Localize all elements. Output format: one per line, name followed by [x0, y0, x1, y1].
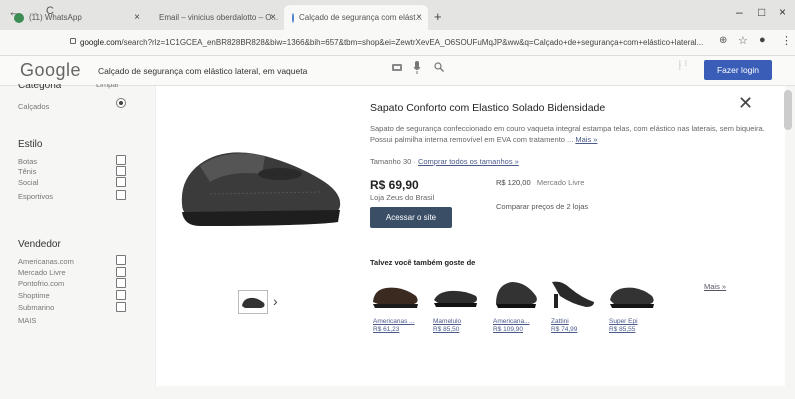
search-input[interactable]: Calçado de segurança com elástico latera… — [98, 66, 307, 76]
minimize-button[interactable]: – — [736, 5, 743, 19]
filter-item-mercado-livre[interactable]: Mercado Livre — [18, 268, 66, 277]
close-panel-icon[interactable]: ✕ — [738, 93, 753, 114]
other-offer-price: R$ 120,00 — [496, 178, 531, 187]
related-store: Americana... — [493, 318, 530, 325]
related-store: Americanas ... — [373, 318, 415, 325]
product-shoe-image[interactable] — [170, 134, 350, 234]
description-more-link[interactable]: Mais » — [575, 135, 597, 144]
checkbox-submarino[interactable] — [116, 302, 126, 312]
clear-filter-link[interactable]: Limpar — [96, 84, 119, 90]
related-heading: Talvez você também goste de — [370, 258, 476, 267]
maximize-button[interactable]: □ — [758, 5, 765, 19]
product-description: Sapato de segurança confeccionado em cou… — [370, 124, 770, 145]
size-label: Tamanho — [370, 157, 401, 166]
google-icon — [292, 12, 294, 23]
related-price: R$ 61,23 — [373, 326, 400, 333]
google-apps-icon[interactable]: ⋮⋮⋮ — [677, 61, 689, 71]
related-shoe-image — [610, 287, 654, 308]
bookmark-star-icon[interactable]: ☆ — [738, 34, 748, 47]
filter-heading-estilo: Estilo — [18, 139, 43, 150]
tab-google-shopping[interactable]: Calçado de segurança com elást... × — [284, 5, 428, 30]
radio-calcados[interactable] — [116, 98, 126, 108]
close-tab-icon[interactable]: × — [270, 12, 276, 23]
related-price: R$ 109,90 — [493, 326, 523, 333]
next-image-icon[interactable]: › — [273, 293, 278, 309]
thumbnail-shoe-image — [242, 297, 265, 308]
login-button[interactable]: Fazer login — [704, 60, 772, 80]
filter-item-submarino[interactable]: Submarino — [18, 303, 54, 312]
close-tab-icon[interactable]: × — [134, 12, 140, 23]
tab-label: Email – vinicius oberdalotto – O... — [159, 13, 279, 22]
filter-item-pontofrio[interactable]: Pontofrio.com — [18, 279, 64, 288]
radio-dot — [119, 101, 123, 105]
filter-item-tenis[interactable]: Tênis — [18, 167, 36, 176]
checkbox-mercado-livre[interactable] — [116, 267, 126, 277]
filter-item-botas[interactable]: Botas — [18, 157, 37, 166]
product-title: Sapato Conforto com Elastico Solado Bide… — [370, 102, 606, 114]
filter-item-esportivos[interactable]: Esportivos — [18, 192, 53, 201]
url-host: google.com — [80, 38, 122, 47]
extension-icon[interactable]: ⊕ — [719, 35, 727, 46]
all-sizes-link[interactable]: Comprar todos os tamanhos » — [418, 157, 519, 166]
product-thumbnail[interactable] — [238, 290, 268, 314]
tab-label: Calçado de segurança com elást... — [299, 13, 423, 22]
other-offer[interactable]: R$ 120,00 Mercado Livre — [496, 178, 584, 187]
apps-dots: ⋮⋮⋮ — [677, 61, 689, 71]
description-text: Sapato de segurança confeccionado em cou… — [370, 124, 765, 144]
store-name: Loja Zeus do Brasil — [370, 193, 435, 202]
related-price: R$ 74,99 — [551, 326, 578, 333]
product-price: R$ 69,90 — [370, 178, 419, 192]
checkbox-tenis[interactable] — [116, 166, 126, 176]
microphone-icon[interactable] — [413, 61, 421, 74]
checkbox-shoptime[interactable] — [116, 290, 126, 300]
chrome-menu-icon[interactable]: ⋮ — [781, 34, 792, 47]
close-window-button[interactable]: × — [779, 5, 786, 19]
filter-item-calcados[interactable]: Calçados — [18, 102, 49, 111]
url-path: /search?rlz=1C1GCEA_enBR828BR828&biw=136… — [121, 38, 704, 47]
related-store: Mamelulo — [433, 318, 462, 325]
more-related-link[interactable]: Mais » — [704, 282, 726, 291]
checkbox-esportivos[interactable] — [116, 190, 126, 200]
filter-item-americanas[interactable]: Americanas.com — [18, 257, 74, 266]
filter-heading-vendedor: Vendedor — [18, 239, 61, 250]
size-value[interactable]: 30 — [403, 157, 411, 166]
other-offer-store: Mercado Livre — [536, 178, 585, 187]
visit-site-button[interactable]: Acessar o site — [370, 207, 452, 228]
filter-item-shoptime[interactable]: Shoptime — [18, 291, 50, 300]
checkbox-social[interactable] — [116, 177, 126, 187]
google-logo[interactable]: Google — [20, 60, 81, 81]
forward-button[interactable]: → — [27, 4, 40, 19]
checkbox-americanas[interactable] — [116, 255, 126, 265]
back-button[interactable]: ← — [8, 4, 21, 19]
related-shoe-image — [496, 282, 537, 308]
tab-email[interactable]: Email – vinicius oberdalotto – O... × — [146, 5, 282, 30]
new-tab-button[interactable]: + — [434, 9, 442, 24]
search-icon[interactable] — [434, 62, 444, 72]
related-price: R$ 85,55 — [609, 326, 636, 333]
account-icon[interactable]: ● — [759, 34, 766, 46]
compare-prices-link[interactable]: Comparar preços de 2 lojas — [496, 202, 588, 211]
size-row: Tamanho 30 · Comprar todos os tamanhos » — [370, 157, 519, 166]
reload-button[interactable]: C — [46, 5, 54, 17]
filter-more-link[interactable]: MAIS — [18, 316, 36, 325]
related-store: Zattini — [551, 318, 569, 325]
related-store: Super Epi — [609, 318, 638, 325]
checkbox-botas[interactable] — [116, 155, 126, 165]
related-shoe-image — [434, 290, 477, 307]
related-shoe-image — [373, 287, 418, 308]
filter-item-social[interactable]: Social — [18, 178, 38, 187]
related-price: R$ 85,50 — [433, 326, 460, 333]
filter-heading-categoria: Categoria — [18, 84, 62, 91]
checkbox-pontofrio[interactable] — [116, 278, 126, 288]
keyboard-icon[interactable] — [392, 64, 402, 71]
scrollbar-thumb[interactable] — [784, 90, 792, 130]
close-tab-icon[interactable]: × — [416, 12, 422, 23]
related-shoe-image — [552, 281, 594, 308]
url-input[interactable]: google.com/search?rlz=1C1GCEA_enBR828BR8… — [68, 34, 708, 51]
